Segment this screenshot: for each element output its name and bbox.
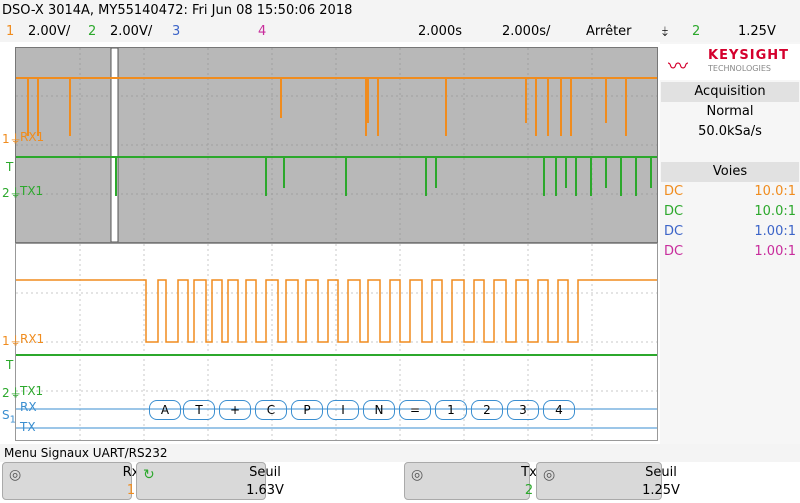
waveform-display[interactable]: A T + C P I N = 1 2 3 4 1⏚ RX1 T 2⏚ TX1 … xyxy=(0,42,660,444)
acquisition-rate: 50.0kSa/s xyxy=(698,124,762,139)
bus-tx-label: TX xyxy=(20,420,36,434)
status-bar: 1 2.00V/ 2 2.00V/ 3 4 2.000s 2.000s/ Arr… xyxy=(0,22,800,42)
decode-byte: T xyxy=(183,400,215,420)
decode-byte: + xyxy=(219,400,251,420)
voie-probe: 10.0:1 xyxy=(754,204,796,219)
trigger-falling-edge-icon: ⤈ xyxy=(662,24,668,39)
voies-header: Voies xyxy=(661,162,799,182)
brand-logo: 〰 KEYSIGHT TECHNOLOGIES xyxy=(660,44,800,80)
softkey-value: 1.63V xyxy=(246,483,284,498)
voie-coupling: DC xyxy=(664,184,684,199)
ch3-number[interactable]: 3 xyxy=(172,22,180,42)
menu-title: Menu Signaux UART/RS232 xyxy=(4,446,168,460)
decode-byte: A xyxy=(149,400,181,420)
rotary-knob-icon: ◎ xyxy=(9,467,22,483)
ch1-ground-marker[interactable]: 1⏚ xyxy=(2,130,22,147)
serial-bus-marker: S1 xyxy=(2,408,16,425)
serial-letter: S xyxy=(2,408,10,422)
rx1-label: RX1 xyxy=(20,130,45,144)
rotary-knob-icon: ◎ xyxy=(411,467,424,483)
voie-row: DC 10.0:1 xyxy=(660,202,800,222)
voie-coupling: DC xyxy=(664,224,684,239)
timebase-scale[interactable]: 2.000s/ xyxy=(502,22,550,42)
softkey-rx-seuil[interactable]: ↻ Seuil 1.63V xyxy=(136,462,284,500)
timebase-delay[interactable]: 2.000s xyxy=(418,22,462,42)
voie-row: DC 1.00:1 xyxy=(660,242,800,262)
tx1-zoom-label: TX1 xyxy=(20,384,44,398)
softkey-rx[interactable]: ◎ Rx 1 xyxy=(2,462,139,500)
softkey-label: Seuil xyxy=(249,465,281,480)
instrument-title: DSO-X 3014A, MY55140472: Fri Jun 08 15:5… xyxy=(2,3,353,18)
trigger-level[interactable]: 1.25V xyxy=(738,22,776,42)
softkey-value: 1.25V xyxy=(642,483,680,498)
brand-sub: TECHNOLOGIES xyxy=(708,64,771,73)
decode-byte: 2 xyxy=(471,400,503,420)
decode-byte: I xyxy=(327,400,359,420)
info-panel: 〰 KEYSIGHT TECHNOLOGIES Acquisition Norm… xyxy=(660,42,800,444)
decode-byte: N xyxy=(363,400,395,420)
softkey-tx[interactable]: ◎ Tx 2 xyxy=(404,462,537,500)
rotary-knob-icon: ◎ xyxy=(543,467,556,483)
ch1-zoom-ground-marker[interactable]: 1⏚ xyxy=(2,332,22,349)
main-window[interactable] xyxy=(15,47,658,243)
ch2-scale[interactable]: 2.00V/ xyxy=(110,22,152,42)
voie-row: DC 1.00:1 xyxy=(660,222,800,242)
softkey-label: Seuil xyxy=(645,465,677,480)
uart-decode-bus: A T + C P I N = 1 2 3 4 xyxy=(149,400,589,420)
ch2-zoom-ground-marker[interactable]: 2⏚ xyxy=(2,384,22,401)
zoom-window[interactable]: A T + C P I N = 1 2 3 4 xyxy=(15,243,658,441)
tx1-label: TX1 xyxy=(20,184,44,198)
decode-byte: = xyxy=(399,400,431,420)
voie-row: DC 10.0:1 xyxy=(660,182,800,202)
voie-probe: 1.00:1 xyxy=(754,244,796,259)
zoom-trigger-marker[interactable]: T xyxy=(6,358,13,372)
menu-title-bar: Menu Signaux UART/RS232 xyxy=(0,444,800,462)
bus-rx-label: RX xyxy=(20,400,37,414)
run-state[interactable]: Arrêter xyxy=(586,22,632,42)
main-waveforms xyxy=(16,48,657,242)
decode-byte: C xyxy=(255,400,287,420)
ch1-scale[interactable]: 2.00V/ xyxy=(28,22,70,42)
ch2-ground-marker[interactable]: 2⏚ xyxy=(2,184,22,201)
ch1-number[interactable]: 1 xyxy=(6,22,14,42)
ch4-number[interactable]: 4 xyxy=(258,22,266,42)
rx1-zoom-label: RX1 xyxy=(20,332,45,346)
voie-coupling: DC xyxy=(664,204,684,219)
acquisition-header: Acquisition xyxy=(661,82,799,102)
brand-name: KEYSIGHT xyxy=(708,48,789,63)
softkey-tx-seuil[interactable]: ◎ Seuil 1.25V xyxy=(536,462,680,500)
decode-byte: P xyxy=(291,400,323,420)
title-bar: DSO-X 3014A, MY55140472: Fri Jun 08 15:5… xyxy=(0,0,800,22)
decode-byte: 4 xyxy=(543,400,575,420)
trigger-level-marker[interactable]: T xyxy=(6,160,13,174)
decode-byte: 1 xyxy=(435,400,467,420)
serial-number: 1 xyxy=(9,414,16,426)
rotary-knob-active-icon: ↻ xyxy=(143,467,155,483)
voie-probe: 1.00:1 xyxy=(754,224,796,239)
keysight-wave-icon: 〰 xyxy=(668,54,688,78)
voie-coupling: DC xyxy=(664,244,684,259)
acquisition-mode: Normal xyxy=(706,104,754,119)
decode-byte: 3 xyxy=(507,400,539,420)
ch2-number[interactable]: 2 xyxy=(88,22,96,42)
trigger-source[interactable]: 2 xyxy=(692,22,700,42)
voie-probe: 10.0:1 xyxy=(754,184,796,199)
